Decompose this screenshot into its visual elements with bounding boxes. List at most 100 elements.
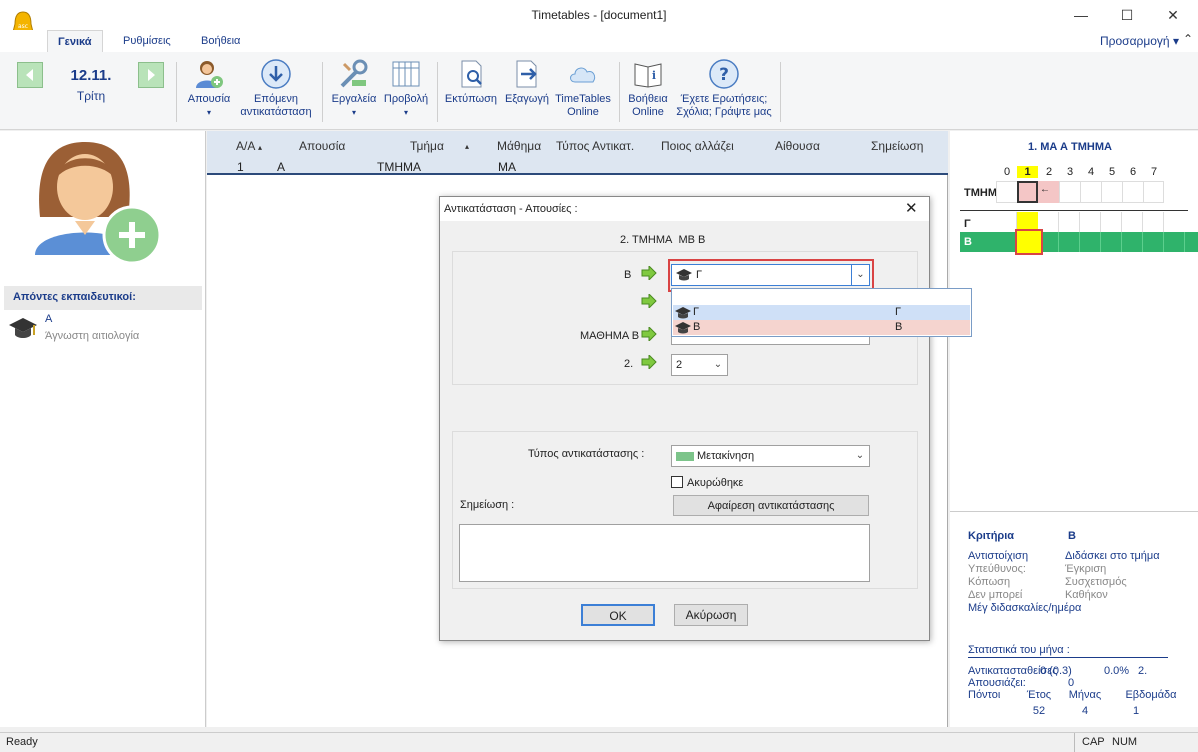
tab-settings[interactable]: Ρυθμίσεις [113, 30, 181, 52]
window-title: Timetables - [document1] [531, 8, 667, 22]
cancelled-checkbox[interactable] [671, 476, 683, 488]
cell-class: ΤΜΗΜΑ [377, 160, 421, 174]
collapse-ribbon-icon[interactable]: ⌃ [1183, 32, 1193, 46]
export-label: Εξαγωγή [504, 93, 550, 105]
dialog-header-sub: ΜΒ Β [678, 234, 706, 246]
svg-text:?: ? [719, 65, 729, 85]
timetables-online-button[interactable]: TimeTables Online [552, 58, 614, 119]
col-header-subject[interactable]: Μάθημα [497, 139, 541, 153]
dropdown-item[interactable]: Β Β [673, 320, 970, 335]
col-header-sub-type[interactable]: Τύπος Αντικατ. [556, 139, 634, 153]
chevron-down-icon: ⌄ [851, 265, 869, 285]
view-button[interactable]: Προβολή ▾ [380, 58, 432, 119]
period-1: 1 [1017, 166, 1038, 178]
ok-button[interactable]: OK [581, 604, 655, 626]
green-arrow-icon[interactable] [641, 266, 657, 280]
print-button[interactable]: Εκτύπωση [442, 58, 500, 106]
customize-menu[interactable]: Προσαρμογή ▾ [1100, 34, 1179, 48]
col-header-room[interactable]: Αίθουσα [775, 139, 820, 153]
current-weekday: Τρίτη [76, 89, 106, 103]
dialog-title: Αντικατάσταση - Απουσίες : [444, 203, 578, 215]
green-arrow-icon[interactable] [641, 327, 657, 341]
criteria-left-0: Αντιστοίχιση [968, 550, 1029, 562]
tools-button[interactable]: Εργαλεία ▾ [328, 58, 380, 119]
class-row-period1-cell[interactable] [1017, 181, 1038, 203]
max-lessons-label: Μέγ διδασκαλίες/ημέρα [968, 602, 1082, 614]
chevron-down-icon: ▾ [206, 108, 211, 117]
tab-general[interactable]: Γενικά [47, 30, 103, 52]
help-label-2: Online [632, 106, 664, 118]
dialog-close-icon[interactable]: ✕ [905, 199, 918, 217]
stats-line1-v1: 0 (0.3) [1040, 665, 1072, 677]
status-bar: Ready CAP NUM [0, 732, 1198, 752]
criteria-left-3: Δεν μπορεί [968, 589, 1023, 601]
cancelled-label: Ακυρώθηκε [687, 477, 744, 489]
period-2: 2 [1046, 166, 1053, 178]
teacher-dropdown-list: Γ Γ Β Β [671, 288, 972, 337]
status-num: NUM [1112, 736, 1138, 748]
sort-up-icon: ▴ [258, 143, 263, 152]
export-button[interactable]: Εξαγωγή [500, 58, 554, 106]
print-label: Εκτύπωση [444, 93, 498, 105]
person-add-icon [193, 58, 225, 90]
maximize-button[interactable]: ☐ [1112, 4, 1142, 26]
cancel-button[interactable]: Ακύρωση [674, 604, 748, 626]
absent-teacher-name: Α [45, 313, 53, 325]
questions-label-2: Σχόλια; Γράψτε μας [676, 106, 772, 118]
period-combo[interactable]: 2 ⌄ [671, 354, 728, 376]
cloud-icon [567, 58, 599, 90]
graduation-cap-icon [8, 315, 38, 346]
b-row-period1-cell[interactable] [1015, 229, 1043, 255]
questions-button[interactable]: ? Έχετε Ερωτήσεις; Σχόλια; Γράψτε μας [672, 58, 776, 119]
stats-col-week: Εβδομάδα [1125, 689, 1177, 701]
col-header-absence[interactable]: Απουσία [299, 139, 345, 153]
dialog-header-main: 2. ΤΜΗΜΑ [620, 234, 673, 246]
tab-help[interactable]: Βοήθεια [191, 30, 250, 52]
next-day-button[interactable] [138, 62, 164, 88]
cell-aa: 1 [237, 160, 244, 174]
cell-absence: Α [277, 160, 286, 174]
criteria-right-1: Έγκριση [1065, 563, 1107, 575]
col-header-aa[interactable]: Α/Α ▴ [236, 139, 262, 153]
green-arrow-icon[interactable] [641, 294, 657, 308]
svg-text:i: i [652, 69, 656, 82]
criteria-label: Κριτήρια [968, 530, 1015, 542]
absent-teacher-item[interactable]: Α Άγνωστη αιτιολογία [6, 313, 202, 349]
online-label-2: Online [567, 106, 599, 118]
stats-val-month: 4 [1081, 705, 1089, 717]
remove-substitution-button[interactable]: Αφαίρεση αντικατάστασης [673, 495, 869, 516]
graduation-cap-icon [676, 269, 692, 281]
next-substitution-button[interactable]: Επόμενη αντικατάσταση [236, 58, 316, 119]
add-absence-avatar-icon[interactable] [30, 137, 165, 267]
chevron-down-icon: ⌄ [713, 359, 723, 370]
chevron-down-icon: ▾ [403, 108, 408, 117]
scrollbar[interactable] [1182, 651, 1196, 721]
grid-view-icon [390, 58, 422, 90]
dropdown-item[interactable]: Γ Γ [673, 305, 970, 320]
substitute-teacher-combo[interactable]: Γ ⌄ [671, 264, 870, 286]
dialog-titlebar: Αντικατάσταση - Απουσίες : ✕ [440, 197, 929, 221]
type-combo-value: Μετακίνηση [697, 450, 755, 462]
green-arrow-icon[interactable] [641, 355, 657, 369]
svg-text:asc: asc [18, 23, 28, 30]
grid-row[interactable]: 1 Α ΤΜΗΜΑ ΜΑ [207, 157, 948, 175]
stats-val-year: 52 [1032, 705, 1046, 717]
criteria-left-1: Υπεύθυνος: [968, 563, 1026, 575]
criteria-value: Β [1068, 530, 1076, 542]
col-header-who-changes[interactable]: Ποιος αλλάζει [661, 139, 734, 153]
note-textarea[interactable] [459, 524, 870, 582]
type-combo[interactable]: Μετακίνηση ⌄ [671, 445, 870, 467]
col-header-note[interactable]: Σημείωση [871, 139, 923, 153]
close-button[interactable]: ✕ [1158, 4, 1188, 26]
stats-line1-v3: 2. [1138, 665, 1148, 677]
criteria-right-3: Καθήκον [1065, 589, 1108, 601]
chevron-down-icon: ⌄ [855, 450, 865, 461]
col-header-class[interactable]: Τμήμα [410, 139, 444, 153]
prev-day-button[interactable] [17, 62, 43, 88]
class-row-period2-cell: ← [1038, 181, 1059, 203]
help-online-button[interactable]: i Βοήθεια Online [622, 58, 674, 119]
absence-button[interactable]: Απουσία ▾ [182, 58, 236, 119]
ribbon-separator [780, 62, 781, 122]
minimize-button[interactable]: — [1066, 4, 1096, 26]
absent-teachers-panel: Απόντες εκπαιδευτικοί: Α Άγνωστη αιτιολο… [0, 131, 206, 727]
